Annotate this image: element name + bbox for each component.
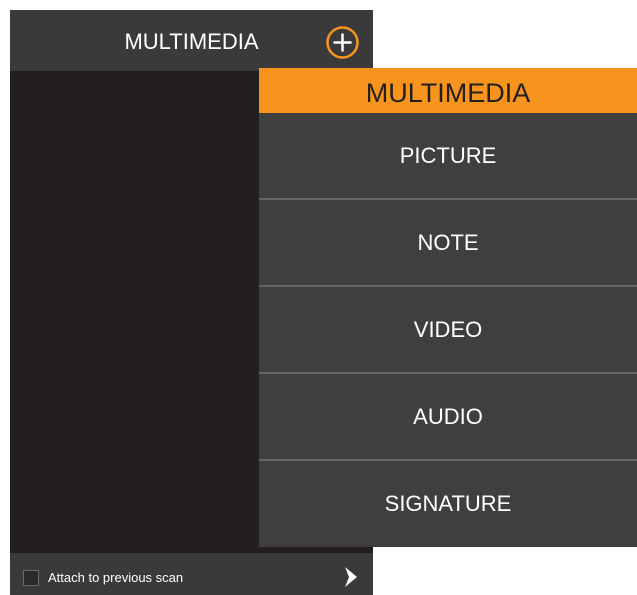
- plus-circle-icon: [326, 26, 359, 59]
- add-button[interactable]: [326, 26, 359, 59]
- panel-footer: Attach to previous scan: [10, 553, 373, 595]
- menu-item-video[interactable]: VIDEO: [259, 287, 637, 373]
- menu-item-audio[interactable]: AUDIO: [259, 374, 637, 460]
- menu-item-note[interactable]: NOTE: [259, 200, 637, 286]
- multimedia-dropdown-menu: MULTIMEDIA PICTURE NOTE VIDEO AUDIO SIGN…: [259, 68, 637, 547]
- panel-header: MULTIMEDIA: [10, 10, 373, 71]
- attach-checkbox[interactable]: [23, 570, 39, 586]
- menu-item-signature[interactable]: SIGNATURE: [259, 461, 637, 547]
- attach-label[interactable]: Attach to previous scan: [48, 569, 183, 586]
- chevron-right-icon: [345, 567, 357, 587]
- dropdown-title: MULTIMEDIA: [365, 78, 531, 108]
- next-button[interactable]: [343, 567, 359, 587]
- dropdown-header: MULTIMEDIA: [259, 68, 637, 113]
- panel-title: MULTIMEDIA: [124, 29, 259, 54]
- menu-item-picture[interactable]: PICTURE: [259, 113, 637, 199]
